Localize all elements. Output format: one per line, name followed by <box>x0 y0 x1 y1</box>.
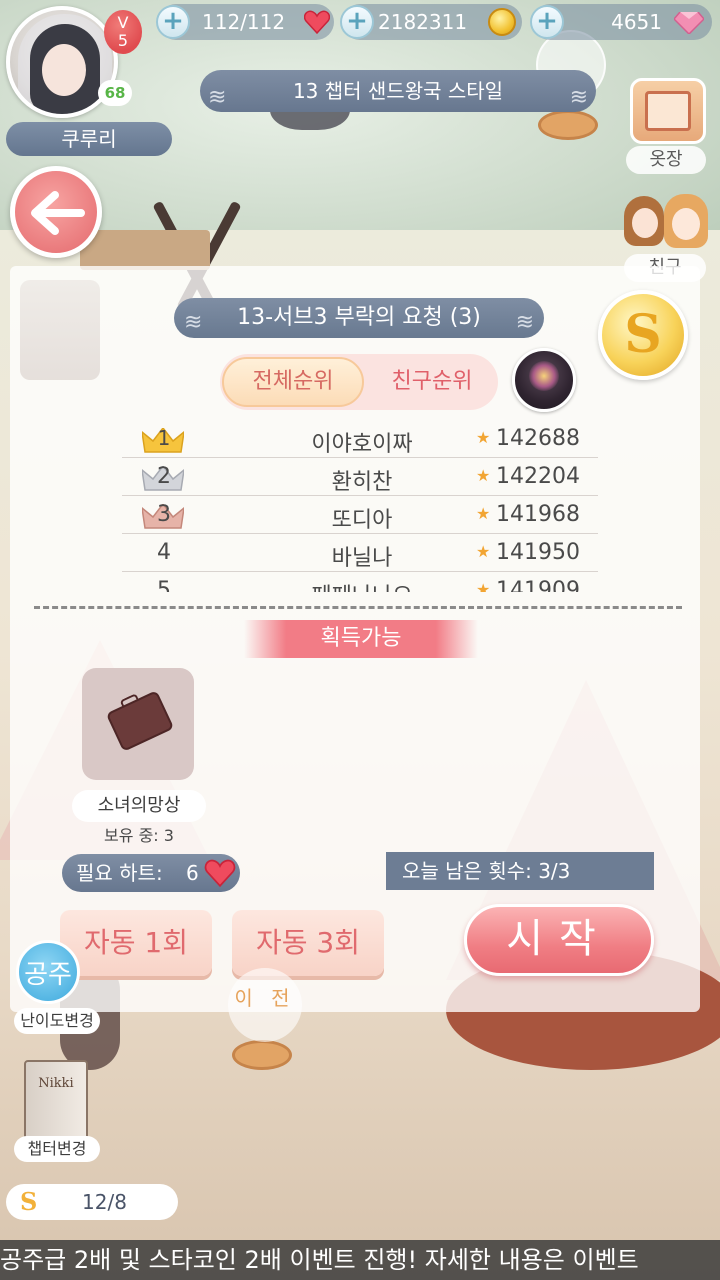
banner-curl-right-icon: ≋ <box>569 85 588 110</box>
chapter-book-icon[interactable]: Nikki <box>24 1060 88 1140</box>
ranking-row: 4 바닐나 ★ 141950 <box>122 534 598 572</box>
required-hearts: 필요 하트: 6 <box>62 854 240 892</box>
rank-score: 142204 <box>496 464 580 489</box>
banner-curl-right-icon: ≋ <box>515 310 534 335</box>
required-hearts-label: 필요 하트: <box>76 861 163 885</box>
rank-score: 141909 <box>496 578 580 592</box>
heart-icon <box>204 859 236 887</box>
gems-value: 4651 <box>611 10 662 34</box>
ticker-text: 공주급 2배 및 스타코인 2배 이벤트 진행! 자세한 내용은 이벤트 <box>0 1246 639 1274</box>
auto-3-button[interactable]: 자동 3회 <box>232 910 384 976</box>
tab-friend-ranking[interactable]: 친구순위 <box>368 357 496 407</box>
stage-node-plate <box>232 1040 292 1070</box>
rank-player-name: 또디아 <box>331 508 393 533</box>
banner-curl-left-icon: ≋ <box>184 310 203 335</box>
arrow-left-icon <box>31 191 85 235</box>
chapter-change-label[interactable]: 챕터변경 <box>14 1136 100 1162</box>
rank-player-name: 이야호이짜 <box>311 432 413 457</box>
reward-item-name: 소녀의망상 <box>72 790 206 822</box>
ranking-row: 1 이야호이짜 ★ 142688 <box>122 420 598 458</box>
rank-score: 141950 <box>496 540 580 565</box>
rank-score: 141968 <box>496 502 580 527</box>
wardrobe-door-icon <box>645 91 691 131</box>
tab-all-ranking[interactable]: 전체순위 <box>222 357 364 407</box>
photo-lights <box>529 361 559 391</box>
rank-number: 4 <box>157 540 171 565</box>
star-coin-count: 12/8 <box>82 1190 127 1214</box>
heart-icon <box>304 10 330 34</box>
rank-score: 142688 <box>496 426 580 451</box>
back-button[interactable] <box>10 166 102 258</box>
rank-number: 2 <box>157 464 171 489</box>
star-coin-counter: S 12/8 <box>6 1184 178 1220</box>
ranking-row: 2 환히찬 ★ 142204 <box>122 458 598 496</box>
chapter-title: 13 챕터 샌드왕국 스타일 <box>292 79 504 103</box>
star-icon: ★ <box>476 542 491 561</box>
star-icon: ★ <box>476 580 491 592</box>
plate <box>538 110 598 140</box>
required-hearts-value: 6 <box>186 861 199 885</box>
wardrobe-icon[interactable] <box>630 78 706 144</box>
remaining-attempts: 오늘 남은 횟수: 3/3 <box>386 852 654 890</box>
stage-title: 13-서브3 부락의 요청 (3) <box>237 305 481 330</box>
add-gold-button[interactable]: + <box>340 5 374 39</box>
previous-stage-button[interactable]: 이 전 <box>228 968 302 1042</box>
photo-thumbnail[interactable] <box>512 348 576 412</box>
difficulty-icon[interactable]: 공주 <box>16 940 80 1004</box>
faded-guide-icon <box>20 280 100 380</box>
event-ticker[interactable]: 공주급 2배 및 스타코인 2배 이벤트 진행! 자세한 내용은 이벤트 <box>0 1240 720 1280</box>
rank-player-name: 페페나나오 <box>232 578 492 592</box>
avatar-face <box>42 44 86 96</box>
rank-player-name: 바닐나 <box>331 546 393 571</box>
gem-icon <box>674 12 704 34</box>
section-divider <box>34 606 682 609</box>
star-icon: ★ <box>476 504 491 523</box>
hearts-value: 112/112 <box>202 10 286 34</box>
stage-title-banner: ≋ 13-서브3 부락의 요청 (3) ≋ <box>174 298 544 338</box>
star-coin-icon[interactable]: S <box>598 290 688 380</box>
book-title: Nikki <box>38 1076 74 1091</box>
rank-number: 3 <box>157 502 171 527</box>
star-coin-small-icon: S <box>20 1187 38 1216</box>
obtainable-banner: 획득가능 <box>244 620 478 658</box>
rank-number: 1 <box>157 426 171 450</box>
start-button[interactable]: 시작 <box>464 904 654 976</box>
star-icon: ★ <box>476 466 491 485</box>
auto-1-button[interactable]: 자동 1회 <box>60 910 212 976</box>
wardrobe-label[interactable]: 옷장 <box>626 146 706 174</box>
player-level-badge: 68 <box>98 80 132 106</box>
difficulty-change-label[interactable]: 난이도변경 <box>14 1008 100 1034</box>
vip-badge[interactable]: V 5 <box>104 10 142 54</box>
rank-number: 5 <box>157 578 171 592</box>
gold-value: 2182311 <box>378 10 468 34</box>
reward-item-owned: 보유 중: 3 <box>104 826 174 845</box>
ranking-list[interactable]: 1 이야호이짜 ★ 142688 2 환히찬 ★ 142204 3 또디아 ★ … <box>122 420 598 592</box>
ranking-row: 3 또디아 ★ 141968 <box>122 496 598 534</box>
star-icon: ★ <box>476 428 491 447</box>
player-name: 쿠루리 <box>6 122 172 156</box>
friends-icon[interactable] <box>620 190 712 256</box>
rank-player-name: 환히찬 <box>331 470 393 495</box>
gold-coin-icon <box>488 8 516 36</box>
add-hearts-button[interactable]: + <box>156 5 190 39</box>
banner-curl-left-icon: ≋ <box>208 85 227 110</box>
add-gems-button[interactable]: + <box>530 5 564 39</box>
chapter-title-banner: ≋ 13 챕터 샌드왕국 스타일 ≋ <box>200 70 596 112</box>
ranking-row: 5 페페나나오 ★ 141909 <box>122 572 598 592</box>
awning <box>80 230 210 270</box>
